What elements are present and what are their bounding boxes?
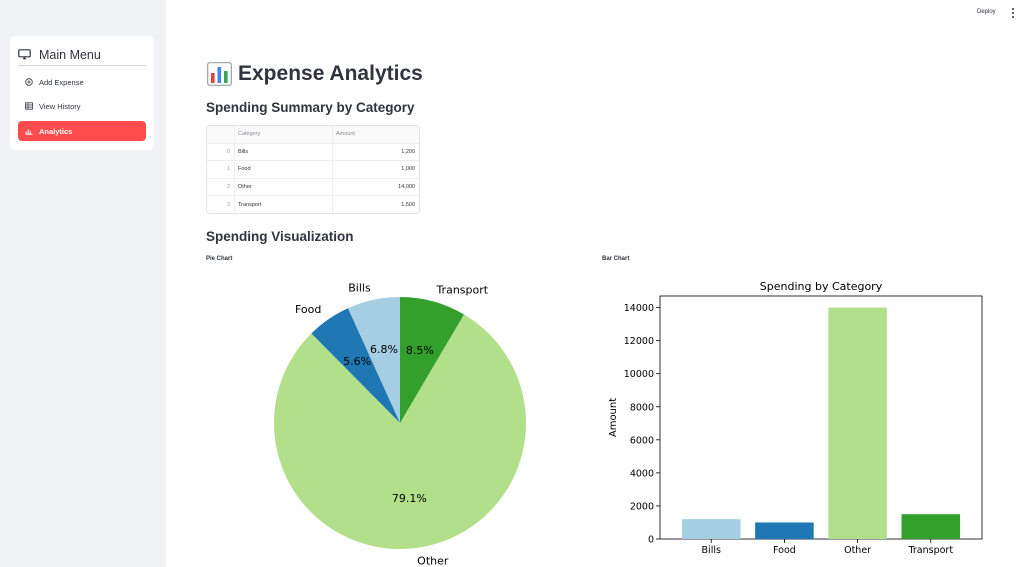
bar	[681, 519, 741, 539]
pie-percent-label: 6.8%	[370, 343, 398, 356]
amount-cell[interactable]: 1,500	[332, 196, 419, 213]
pie-percent-label: 79.1%	[392, 492, 427, 505]
page-title: Expense Analytics	[207, 62, 423, 86]
summary-table[interactable]: Category Amount 0 Bills 1,200 1 Food 1,0…	[206, 125, 420, 214]
row-index: 1	[226, 166, 230, 173]
row-index: 3	[226, 201, 230, 208]
main-menu-header: Main Menu	[18, 44, 146, 66]
amount-cell[interactable]: 1,000	[332, 161, 419, 178]
table-row[interactable]: 3 Transport 1,500	[207, 196, 419, 213]
row-index: 0	[226, 148, 230, 155]
pie-category-label: Other	[417, 555, 449, 567]
plus-circle-icon	[25, 78, 33, 86]
y-axis-label: Amount	[608, 398, 619, 437]
y-tick-label: 0	[648, 535, 654, 546]
bar-chart: Spending by Category 0 2000 4000 6000 8000 100…	[608, 280, 983, 556]
plot-frame	[659, 295, 983, 540]
page-title-text: Expense Analytics	[238, 62, 423, 85]
visualization-heading: Spending Visualization	[206, 229, 354, 244]
amount-header[interactable]: Amount	[332, 126, 419, 143]
table-row[interactable]: 1 Food 1,000	[207, 161, 419, 179]
table-row[interactable]: 0 Bills 1,200	[207, 143, 419, 161]
y-tick-label: 6000	[630, 435, 654, 446]
deploy-button[interactable]: Deploy	[977, 9, 996, 15]
pie-percent-label: 5.6%	[343, 355, 371, 368]
amount-cell[interactable]: 1,200	[332, 143, 419, 160]
index-header	[207, 126, 234, 143]
pie-percent-label: 8.5%	[406, 344, 434, 357]
category-cell[interactable]: Transport	[234, 196, 332, 213]
y-tick-label: 4000	[630, 468, 654, 479]
pie-category-label: Food	[295, 303, 321, 316]
main-menu-card: Main Menu Add Expense View History Analy…	[10, 36, 154, 150]
chart-title: Spending by Category	[760, 280, 883, 293]
category-cell[interactable]: Bills	[234, 143, 332, 160]
x-tick-label: Food	[773, 545, 796, 556]
sidebar-item-label: Add Expense	[39, 77, 84, 87]
x-tick-label: Bills	[702, 545, 721, 556]
x-tick-label: Other	[844, 545, 871, 556]
bar-chart-icon	[25, 127, 33, 135]
x-tick-label: Transport	[907, 545, 953, 556]
sidebar-item-view-history[interactable]: View History	[18, 96, 146, 116]
y-tick-label: 10000	[624, 369, 654, 380]
main-menu-title: Main Menu	[39, 47, 101, 62]
category-header[interactable]: Category	[234, 126, 332, 143]
y-tick-label: 14000	[624, 303, 654, 314]
monitor-icon	[18, 49, 31, 60]
amount-cell[interactable]: 14,000	[332, 178, 419, 195]
pie-category-label: Transport	[435, 283, 488, 296]
bar	[901, 514, 961, 539]
sidebar-item-add-expense[interactable]: Add Expense	[18, 72, 146, 92]
table-icon	[25, 102, 33, 110]
sidebar-item-analytics[interactable]: Analytics	[18, 121, 146, 141]
pie-chart: 6.8% Bills 5.6% Food 79.1% Other 8.5% Transport	[274, 282, 526, 567]
y-tick-label: 8000	[630, 402, 654, 413]
category-cell[interactable]: Other	[234, 178, 332, 195]
row-index: 2	[226, 183, 230, 190]
pie-category-label: Bills	[348, 282, 371, 295]
y-tick-label: 12000	[624, 336, 654, 347]
more-options-icon[interactable]	[1010, 8, 1016, 18]
sidebar-item-label: View History	[39, 101, 81, 111]
table-row[interactable]: 2 Other 14,000	[207, 178, 419, 196]
sidebar: Main Menu Add Expense View History Analy…	[0, 0, 166, 567]
bar	[828, 307, 887, 539]
bar	[755, 522, 814, 539]
category-cell[interactable]: Food	[234, 161, 332, 178]
y-tick-label: 2000	[630, 501, 654, 512]
bar-chart-emoji-icon	[207, 62, 232, 86]
table-header-row: Category Amount	[207, 126, 419, 144]
summary-heading: Spending Summary by Category	[206, 100, 415, 115]
sidebar-item-label: Analytics	[39, 126, 73, 136]
